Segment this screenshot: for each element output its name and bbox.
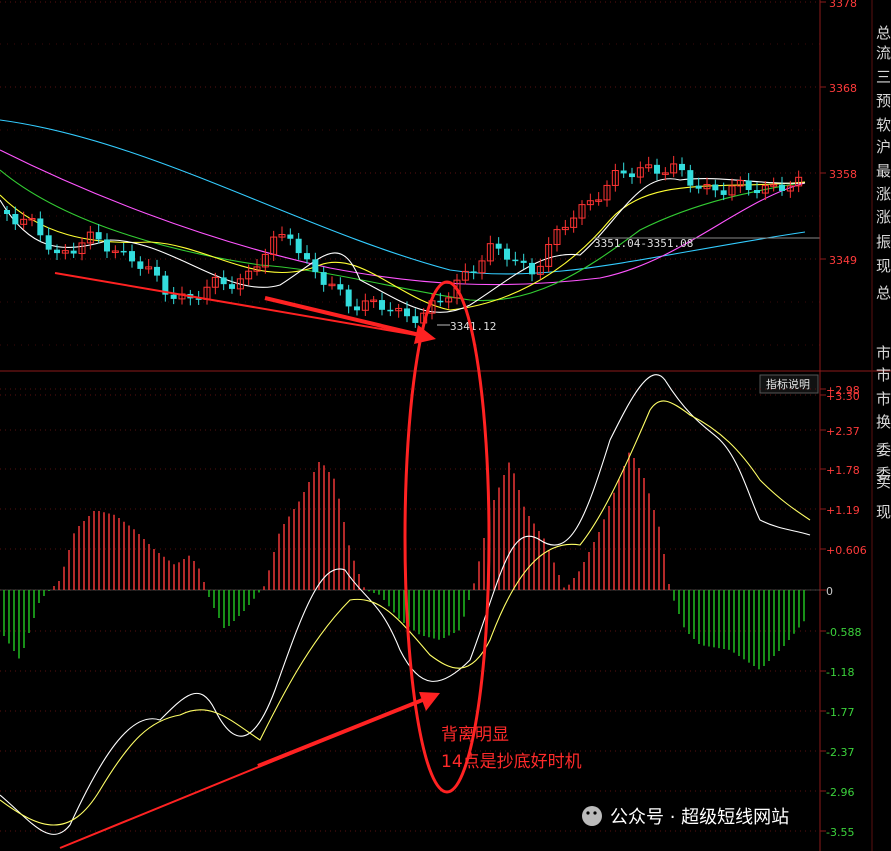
watermark: 公众号 · 超级短线网站 xyxy=(582,806,789,828)
annotation-line-2: 14点是抄底好时机 xyxy=(441,752,582,772)
candle-body-down xyxy=(654,164,660,174)
macd-axis-label: +1.78 xyxy=(826,464,860,477)
annotation-line-1: 背离明显 xyxy=(441,725,509,745)
macd-axis-label: 0 xyxy=(826,585,833,598)
macd-axis-label: -1.77 xyxy=(826,706,854,719)
candle-body-down xyxy=(504,248,510,260)
candle-body-down xyxy=(529,262,535,275)
candle-body-down xyxy=(712,184,719,191)
side-panel-price-char: 最 xyxy=(876,162,891,180)
side-panel-price-char: 预 xyxy=(876,92,891,110)
candle-body-down xyxy=(287,234,294,239)
candle-body-down xyxy=(129,251,135,262)
candle-body-down xyxy=(229,284,235,289)
price-axis-label: 3368 xyxy=(829,82,857,95)
candle-body-down xyxy=(470,271,477,273)
candle-body-down xyxy=(695,185,702,189)
price-axis-label: 3349 xyxy=(829,254,857,267)
candle-body-down xyxy=(137,261,144,269)
candle-body-down xyxy=(304,253,310,260)
candle-body-down xyxy=(337,284,344,290)
macd-axis-label: +2.98 xyxy=(826,384,860,397)
candle-body-down xyxy=(379,300,385,310)
candle-body-down xyxy=(620,170,627,174)
side-panel: 总流三预软沪最涨涨振现总市市市换委委买现 xyxy=(876,24,891,521)
candle-body-down xyxy=(629,173,635,178)
candle-body-down xyxy=(312,259,319,273)
macd-axis-label: -1.18 xyxy=(826,666,854,679)
macd-axis-label: +2.37 xyxy=(826,425,860,438)
candle-body-down xyxy=(95,232,102,240)
wechat-icon-eye-right xyxy=(593,811,597,815)
watermark-text: 公众号 · 超级短线网站 xyxy=(610,807,789,828)
candle-body-down xyxy=(320,272,327,285)
candle-body-down xyxy=(745,180,752,191)
macd-axis-label: -3.55 xyxy=(826,826,854,839)
candle-body-down xyxy=(170,294,177,299)
candle-body-down xyxy=(295,238,302,254)
candle-body-down xyxy=(520,260,527,263)
candle-body-down xyxy=(779,184,785,191)
candle-body-down xyxy=(512,259,519,262)
side-panel-price-char: 沪 xyxy=(876,138,891,156)
candle-body-down xyxy=(4,210,10,214)
candle-body-down xyxy=(679,163,685,171)
price-axis-label: 3358 xyxy=(829,168,857,181)
price-axis-label: 3378 xyxy=(829,0,857,10)
macd-axis-label: -2.96 xyxy=(826,786,854,799)
side-panel-macd-char: 市 xyxy=(876,390,891,408)
side-panel-macd-char: 现 xyxy=(876,503,891,521)
macd-axis-label: +0.606 xyxy=(826,544,867,557)
candle-body-down xyxy=(687,170,694,186)
side-panel-price-char: 三 xyxy=(876,68,891,86)
indicator-explanation-button[interactable]: 指标说明 xyxy=(759,374,819,394)
candle-body-down xyxy=(120,250,127,253)
macd-axis-label: -2.37 xyxy=(826,746,854,759)
side-panel-price-char: 现 xyxy=(876,257,891,275)
side-panel-macd-char: 买 xyxy=(876,473,891,491)
candle-body-down xyxy=(387,309,394,312)
candle-body-down xyxy=(12,214,19,225)
side-panel-price-char: 流 xyxy=(876,44,891,62)
side-panel-price-char: 涨 xyxy=(876,208,891,226)
candle-body-down xyxy=(720,190,727,195)
candle-body-down xyxy=(154,266,160,276)
candle-body-down xyxy=(754,190,760,194)
candle-body-down xyxy=(495,243,502,249)
candle-body-down xyxy=(354,306,360,311)
side-panel-price-char: 涨 xyxy=(876,185,891,203)
chart-canvas: 3378336833583349 3341.12 3351.04-3351.08… xyxy=(0,0,891,851)
side-panel-macd-char: 委 xyxy=(876,441,891,459)
side-panel-macd-char: 换 xyxy=(876,413,891,431)
candle-body-down xyxy=(54,249,60,254)
wechat-icon xyxy=(582,806,602,826)
side-panel-price-char: 总 xyxy=(876,24,891,42)
macd-axis-label: +1.19 xyxy=(826,504,860,517)
candle-body-down xyxy=(412,316,419,323)
range-price-label: 3351.04-3351.08 xyxy=(594,237,693,250)
candle-body-down xyxy=(104,239,110,252)
side-panel-macd-char: 市 xyxy=(876,366,891,384)
candle-body-down xyxy=(37,218,44,236)
side-panel-price-char: 振 xyxy=(876,233,891,251)
wechat-icon-eye-left xyxy=(586,811,590,815)
candle-body-down xyxy=(70,250,77,254)
indicator-button-label[interactable]: 指标说明 xyxy=(766,377,810,391)
candle-body-down xyxy=(404,308,410,317)
candle-body-down xyxy=(45,235,52,250)
side-panel-price-char: 软 xyxy=(876,116,891,134)
candle-body-down xyxy=(437,300,444,303)
side-panel-macd-char: 市 xyxy=(876,344,891,362)
chart-background xyxy=(0,0,891,851)
side-panel-price-char: 总 xyxy=(876,284,891,302)
macd-axis-label: -0.588 xyxy=(826,626,861,639)
candle-body-down xyxy=(345,289,352,307)
candle-body-down xyxy=(220,277,227,285)
